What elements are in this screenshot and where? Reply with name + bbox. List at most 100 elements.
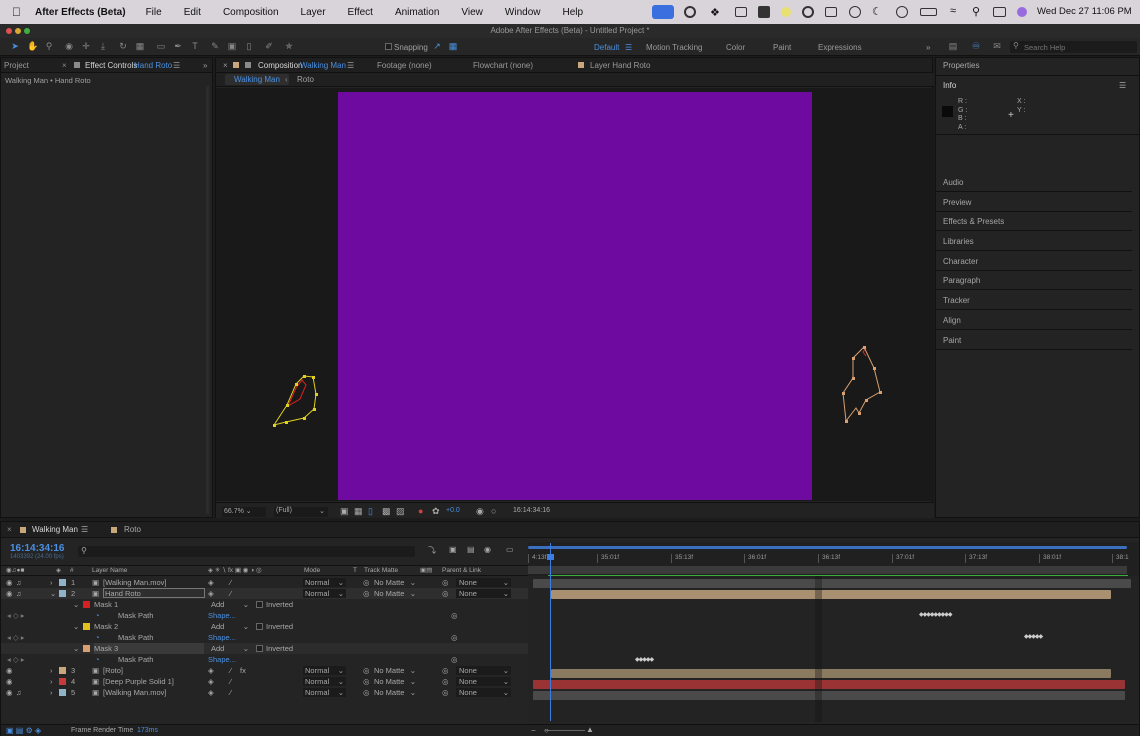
timeline-zoom-thumb[interactable]: ○ [544, 726, 549, 735]
subtab-walking-man[interactable]: Walking Man [225, 74, 289, 85]
track-matte-link-icon[interactable]: ◎ [363, 577, 370, 588]
comp-tab-name[interactable]: Walking Man [300, 58, 346, 73]
zoom-out-icon[interactable]: − [531, 726, 536, 735]
battery-icon[interactable] [920, 8, 937, 16]
twirl-arrow-icon[interactable]: › [50, 687, 53, 698]
close-timeline-tab-icon[interactable]: × [7, 525, 12, 534]
panel-libraries[interactable]: Libraries [936, 232, 1132, 251]
mask-3-keyframes[interactable]: ◆◆◆◆◆ [635, 656, 654, 663]
comp-menu-icon[interactable]: ☰ [347, 58, 354, 73]
panel-paragraph[interactable]: Paragraph [936, 271, 1132, 290]
snap-option-icon[interactable]: ↗ [432, 41, 442, 51]
track-matte-link-icon[interactable]: ◎ [363, 676, 370, 687]
exposure-value[interactable]: +0.0 [446, 507, 460, 514]
dolly-camera-icon[interactable]: ⤓ [98, 41, 108, 51]
camera-icon[interactable] [735, 7, 747, 17]
screen-record-icon[interactable] [652, 5, 674, 19]
menu-file[interactable]: File [146, 7, 162, 18]
fast-preview-icon[interactable]: ▣ [340, 506, 349, 517]
subtab-roto[interactable]: Roto [297, 75, 314, 84]
expression-pickwhip-icon[interactable]: ◎ [451, 632, 458, 643]
panel-effects-presets[interactable]: Effects & Presets [936, 212, 1132, 231]
parent-pickwhip-icon[interactable]: ◎ [442, 577, 449, 588]
snapping-checkbox[interactable] [385, 43, 392, 50]
viewer-timecode[interactable]: 16:14:34:16 [513, 507, 550, 514]
effect-controls-layer[interactable]: Hand Roto [134, 58, 172, 73]
spotlight-search-icon[interactable]: ⚲ [972, 5, 980, 18]
grammarly-icon[interactable] [802, 6, 814, 18]
close-window-button[interactable] [6, 28, 12, 34]
parent-pickwhip-icon[interactable]: ◎ [442, 588, 449, 599]
twirl-arrow-icon[interactable]: › [50, 665, 53, 676]
stopwatch-icon[interactable]: ◔ [95, 610, 100, 621]
mask-path-row-2[interactable]: ◂ ◇ ▸ ◔ Mask Path Shape... ◎ [1, 632, 528, 643]
mode-dropdown[interactable]: Normal ⌄ [303, 578, 346, 587]
parent-dropdown[interactable]: None ⌄ [456, 666, 511, 675]
menu-window[interactable]: Window [505, 7, 541, 18]
selection-tool-icon[interactable]: ➤ [10, 41, 20, 51]
keyframe-nav-icon[interactable]: ◂ ◇ ▸ [7, 654, 24, 665]
region-of-interest-icon[interactable]: ▩ [382, 506, 391, 517]
col-parent-link[interactable]: Parent & Link [442, 566, 481, 575]
info-menu-icon[interactable]: ☰ [1119, 81, 1126, 90]
properties-header[interactable]: Properties [943, 61, 979, 70]
motion-blur-icon[interactable]: ◉ [484, 545, 491, 554]
audio-icon[interactable]: ♫ [16, 687, 22, 698]
parent-dropdown[interactable]: None ⌄ [456, 589, 511, 598]
time-machine-icon[interactable] [896, 6, 908, 18]
mask-path-value[interactable]: Shape... [208, 632, 236, 643]
inverted-checkbox[interactable] [256, 645, 263, 652]
comp-canvas-area[interactable]: + [216, 88, 934, 501]
col-mode[interactable]: Mode [304, 566, 320, 575]
track-matte-dropdown[interactable]: No Matte ⌄ [374, 676, 416, 687]
layer-row-3[interactable]: ◉ › 3 ▣ [Roto] ◈ ∕ fx Normal ⌄ ◎ No Matte ⌄ ◎ None ⌄ [1, 665, 528, 676]
shy-layers-icon[interactable]: ▣ [449, 545, 457, 554]
mask-name[interactable]: Mask 1 [94, 599, 118, 610]
mask-overlay[interactable]: + [216, 88, 934, 501]
mask-color-swatch[interactable] [83, 601, 90, 608]
zoom-window-button[interactable] [24, 28, 30, 34]
inverted-checkbox[interactable] [256, 601, 263, 608]
tab-effect-controls[interactable]: Effect Controls [85, 58, 137, 73]
layer-row-4[interactable]: ◉ › 4 ▣ [Deep Purple Solid 1] ◈ ∕ Normal ⌄ ◎ No Ma… [1, 676, 528, 687]
workspace-paint[interactable]: Paint [773, 43, 791, 52]
label-color-swatch[interactable] [59, 579, 66, 586]
stopwatch-icon[interactable]: ◔ [95, 654, 100, 665]
mode-dropdown[interactable]: Normal ⌄ [303, 589, 346, 598]
hand-tool-icon[interactable]: ✋ [27, 41, 38, 51]
roto-brush-tool-icon[interactable]: ✐ [264, 41, 274, 51]
search-help-box[interactable]: ⚲ [1010, 41, 1137, 53]
track-bar-layer-3[interactable] [551, 669, 1111, 678]
layer-search-input[interactable]: ⚲ [78, 546, 415, 557]
close-comp-tab-icon[interactable]: × [223, 58, 228, 73]
shy-switch-icon[interactable]: ◈ [208, 665, 214, 676]
panel-layout-icon[interactable]: ▤ [948, 41, 958, 51]
mask-path-value[interactable]: Shape... [208, 654, 236, 665]
anchor-point-tool-icon[interactable]: ▦ [135, 41, 145, 51]
tab-project[interactable]: Project [4, 58, 29, 73]
search-help-input[interactable] [1024, 42, 1134, 52]
expand-panels-icon[interactable]: » [203, 58, 207, 73]
quality-switch-icon[interactable]: ∕ [230, 687, 231, 698]
label-color-swatch[interactable] [59, 590, 66, 597]
menu-help[interactable]: Help [562, 7, 583, 18]
more-workspaces-icon[interactable]: » [926, 43, 930, 52]
panel-paint[interactable]: Paint [936, 331, 1132, 350]
layer-name[interactable]: Hand Roto [103, 588, 205, 598]
pan-camera-icon[interactable]: ✛ [81, 41, 91, 51]
menu-clock[interactable]: Wed Dec 27 11:06 PM [1037, 6, 1132, 17]
layer-name[interactable]: [Roto] [103, 665, 123, 676]
visibility-eye-icon[interactable]: ◉ [6, 687, 13, 698]
workspace-expressions[interactable]: Expressions [818, 43, 862, 52]
col-t[interactable]: T [353, 566, 357, 575]
mode-dropdown[interactable]: Normal ⌄ [303, 666, 346, 675]
adobe-icon[interactable] [758, 6, 770, 18]
mode-dropdown[interactable]: Normal ⌄ [303, 688, 346, 697]
plugin-icon[interactable] [781, 7, 791, 17]
col-track-matte[interactable]: Track Matte [364, 566, 398, 575]
timeline-tab-walking-man[interactable]: Walking Man [32, 525, 78, 534]
mask-visibility-icon[interactable]: ▯ [368, 506, 373, 517]
layer-row-5[interactable]: ◉ ♫ › 5 ▣ [Walking Man.mov] ◈ ∕ Normal ⌄ ◎ No Matte… [1, 687, 528, 698]
comments-icon[interactable]: ✉ [992, 41, 1002, 51]
parent-dropdown[interactable]: None ⌄ [456, 578, 511, 587]
